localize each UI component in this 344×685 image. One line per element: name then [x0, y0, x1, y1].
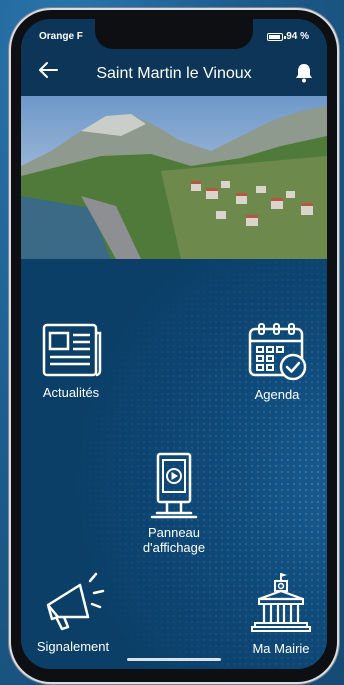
newspaper-icon [42, 323, 102, 377]
carrier-label: Orange F [39, 31, 83, 42]
tile-label: Agenda [254, 387, 300, 402]
display-board-icon [150, 452, 198, 519]
battery-status: 94 % [267, 31, 309, 42]
town-hall-icon [251, 573, 311, 632]
town-landscape-image [21, 96, 327, 259]
notifications-button[interactable] [293, 62, 315, 84]
notch [95, 19, 253, 49]
battery-icon [267, 32, 287, 41]
tile-panneau-affichage[interactable]: Panneau d'affichage [129, 451, 219, 555]
tile-label: Ma Mairie [252, 641, 310, 656]
home-indicator[interactable] [127, 658, 221, 661]
town-photo [21, 96, 327, 259]
tile-label: Signalement [36, 639, 110, 654]
tile-agenda[interactable]: Agenda [237, 321, 317, 402]
tile-signalement[interactable]: Signalement [31, 571, 115, 654]
tile-label: Actualités [42, 385, 100, 400]
tile-label-line2: d'affichage [142, 540, 206, 555]
tile-label-line1: Panneau [147, 525, 201, 540]
app-screen: Orange F 94 % Saint Martin le Vinoux Act… [21, 19, 327, 669]
calendar-check-icon [248, 323, 307, 381]
app-header: Orange F 94 % Saint Martin le Vinoux [21, 19, 327, 96]
megaphone-icon [46, 572, 105, 631]
tile-ma-mairie[interactable]: Ma Mairie [241, 571, 321, 656]
page-title: Saint Martin le Vinoux [96, 65, 252, 82]
battery-percent: 94 % [286, 31, 309, 42]
tile-actualites[interactable]: Actualités [31, 321, 111, 400]
menu-area: Actualités Agenda Panneau d'affichage Si… [21, 259, 327, 669]
battery-level [269, 34, 280, 39]
bell-icon [296, 64, 312, 83]
